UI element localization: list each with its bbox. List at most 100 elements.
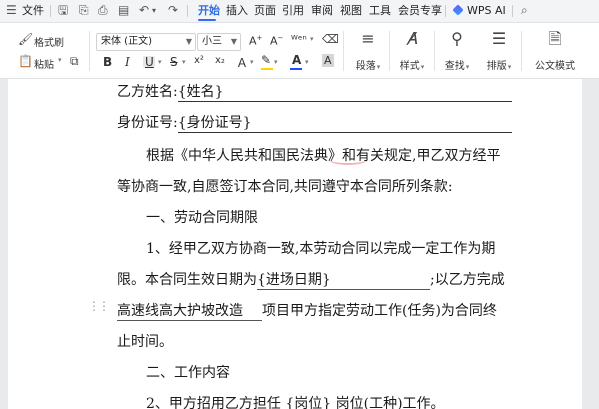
subscript-icon[interactable]: x₂ bbox=[215, 55, 225, 66]
italic-button[interactable]: I bbox=[125, 55, 130, 69]
find-button[interactable]: ⚲ 查找▾ bbox=[437, 29, 477, 72]
character-shading-icon[interactable]: A bbox=[322, 54, 334, 67]
phonetic-guide-icon[interactable]: ᵂᵉⁿ bbox=[291, 33, 307, 46]
chevron-down-icon: ▾ bbox=[507, 63, 512, 71]
paragraph-text: 限。本合同生效日期为 bbox=[117, 272, 257, 288]
paragraph-line: 限。本合同生效日期为{进场日期} ;以乙方完成 bbox=[117, 269, 505, 290]
hamburger-icon[interactable]: ☰ bbox=[6, 0, 17, 22]
ribbon-divider bbox=[343, 31, 344, 71]
styles-icon: 𝐴̸ bbox=[406, 29, 418, 48]
print-preview-icon[interactable]: ▤ bbox=[118, 0, 129, 22]
wps-ai-button[interactable]: WPS AI bbox=[452, 0, 506, 22]
clear-format-icon[interactable]: ⌫ bbox=[322, 32, 339, 46]
ribbon-divider bbox=[521, 31, 522, 71]
chevron-down-icon: ▾ bbox=[465, 63, 470, 71]
styles-label: 样式 bbox=[399, 61, 420, 72]
paste-dropdown-icon[interactable]: ▾ bbox=[58, 56, 62, 64]
font-color-icon[interactable]: A bbox=[292, 53, 301, 67]
strikethrough-dropdown-icon[interactable]: ▾ bbox=[182, 58, 186, 66]
tab-member[interactable]: 会员专享 bbox=[398, 0, 442, 22]
font-name-select[interactable]: 宋体 (正文) ▼ bbox=[96, 33, 196, 51]
clipboard-icon[interactable]: ⧉ bbox=[70, 54, 79, 69]
project-name-field[interactable]: 高速线高大护坡改造 bbox=[117, 300, 262, 321]
font-name-value: 宋体 (正文) bbox=[101, 36, 152, 47]
block-drag-handle-icon[interactable]: ⋮⋮ bbox=[88, 299, 110, 313]
paragraph-label: 段落 bbox=[355, 61, 376, 72]
format-painter-icon[interactable]: 🖌 bbox=[18, 32, 33, 46]
paragraph-line: 高速线高大护坡改造 项目甲方指定劳动工作(任务)为合同终 bbox=[117, 300, 497, 321]
chevron-down-icon: ▼ bbox=[230, 37, 237, 46]
undo-dropdown-icon[interactable]: ▾ bbox=[152, 0, 156, 22]
paste-label[interactable]: 粘贴 bbox=[34, 56, 54, 71]
official-doc-label: 公文模式 bbox=[535, 61, 575, 72]
menu-divider bbox=[445, 5, 446, 17]
styles-button[interactable]: 𝐴̸ 样式▾ bbox=[392, 29, 432, 72]
official-doc-mode-button[interactable]: 🗎 公文模式 bbox=[531, 29, 579, 72]
superscript-icon[interactable]: x² bbox=[194, 55, 204, 66]
paragraph-icon: ≡ bbox=[361, 29, 375, 48]
print-icon[interactable]: ⎙ bbox=[98, 0, 108, 22]
paragraph-text: ;以乙方完成 bbox=[430, 272, 505, 288]
find-icon: ⚲ bbox=[451, 29, 463, 48]
chevron-down-icon: ▼ bbox=[185, 37, 192, 46]
font-color-bar bbox=[290, 68, 302, 70]
bold-button[interactable]: B bbox=[103, 55, 112, 69]
ribbon-divider bbox=[389, 31, 390, 71]
underline-dropdown-icon[interactable]: ▾ bbox=[158, 58, 162, 66]
tab-page[interactable]: 页面 bbox=[254, 0, 276, 22]
wps-ai-icon bbox=[452, 4, 464, 16]
section-heading: 一、劳动合同期限 bbox=[146, 210, 258, 226]
party-b-name-line: 乙方姓名:{姓名} bbox=[117, 81, 512, 102]
menu-divider bbox=[50, 5, 51, 17]
official-doc-icon: 🗎 bbox=[548, 29, 562, 48]
menu-divider bbox=[187, 5, 188, 17]
paragraph-line: 根据《中华人民共和国民法典》和有关规定,甲乙双方经平 bbox=[146, 148, 501, 164]
save-icon[interactable]: 🖫 bbox=[58, 0, 68, 22]
layout-icon: ☰ bbox=[491, 29, 507, 48]
phonetic-dropdown-icon[interactable]: ▾ bbox=[310, 35, 314, 43]
party-b-name-label: 乙方姓名: bbox=[117, 84, 178, 100]
layout-button[interactable]: ☰ 排版▾ bbox=[479, 29, 519, 72]
tab-review[interactable]: 审阅 bbox=[311, 0, 333, 22]
project-name-value: 高速线高大护坡改造 bbox=[117, 303, 243, 319]
menu-file[interactable]: 文件 bbox=[22, 0, 44, 22]
tab-references[interactable]: 引用 bbox=[282, 0, 304, 22]
decrease-font-icon[interactable]: A− bbox=[270, 34, 283, 48]
font-size-select[interactable]: 小三 ▼ bbox=[197, 33, 241, 51]
id-number-line: 身份证号:{身份证号} bbox=[117, 112, 512, 133]
paragraph-button[interactable]: ≡ 段落▾ bbox=[348, 29, 388, 72]
font-size-value: 小三 bbox=[202, 36, 222, 47]
strikethrough-button[interactable]: S bbox=[170, 55, 178, 69]
text-effect-icon[interactable]: Ａ bbox=[236, 54, 248, 71]
paste-icon[interactable]: 📋 bbox=[18, 54, 33, 68]
party-b-name-field[interactable]: {姓名} bbox=[177, 81, 512, 102]
ribbon-divider bbox=[434, 31, 435, 71]
increase-font-icon[interactable]: A+ bbox=[249, 34, 262, 48]
text-effect-dropdown-icon[interactable]: ▾ bbox=[250, 58, 254, 66]
party-b-name-placeholder: {姓名} bbox=[177, 84, 224, 100]
find-label: 查找 bbox=[444, 61, 465, 72]
highlight-dropdown-icon[interactable]: ▾ bbox=[274, 58, 278, 66]
paragraph-line: 等协商一致,自愿签订本合同,共同遵守本合同所列条款: bbox=[117, 179, 453, 195]
format-painter-label[interactable]: 格式刷 bbox=[34, 34, 64, 49]
redo-icon[interactable]: ↷ bbox=[168, 0, 178, 22]
id-number-placeholder: {身份证号} bbox=[177, 115, 252, 131]
paragraph-line: 2、甲方招用乙方担任 {岗位} 岗位(工种)工作。 bbox=[146, 396, 445, 409]
section-heading: 二、工作内容 bbox=[146, 365, 230, 381]
chevron-down-icon: ▾ bbox=[420, 63, 425, 71]
font-color-dropdown-icon[interactable]: ▾ bbox=[305, 58, 309, 66]
tab-insert[interactable]: 插入 bbox=[226, 0, 248, 22]
paragraph-line: 止时间。 bbox=[117, 334, 173, 350]
menu-bar: ☰ 文件 🖫 ⎘ ⎙ ▤ ↶ ▾ ↷ 开始 插入 页面 引用 审阅 视图 工具 … bbox=[0, 0, 599, 23]
tab-tools[interactable]: 工具 bbox=[369, 0, 391, 22]
undo-icon[interactable]: ↶ bbox=[139, 0, 149, 22]
wps-ai-label: WPS AI bbox=[467, 4, 506, 17]
start-date-field[interactable]: {进场日期} bbox=[257, 269, 430, 290]
document-page[interactable]: 乙方姓名:{姓名} 身份证号:{身份证号} 根据《中华人民共和国民法典》和有关规… bbox=[8, 79, 582, 409]
underline-button[interactable]: U bbox=[145, 55, 154, 69]
highlight-icon[interactable]: ✎ bbox=[261, 53, 271, 67]
id-number-field[interactable]: {身份证号} bbox=[177, 112, 512, 133]
tab-view[interactable]: 视图 bbox=[340, 0, 362, 22]
export-pdf-icon[interactable]: ⎘ bbox=[79, 0, 89, 22]
search-icon[interactable]: ⌕ bbox=[521, 0, 528, 22]
